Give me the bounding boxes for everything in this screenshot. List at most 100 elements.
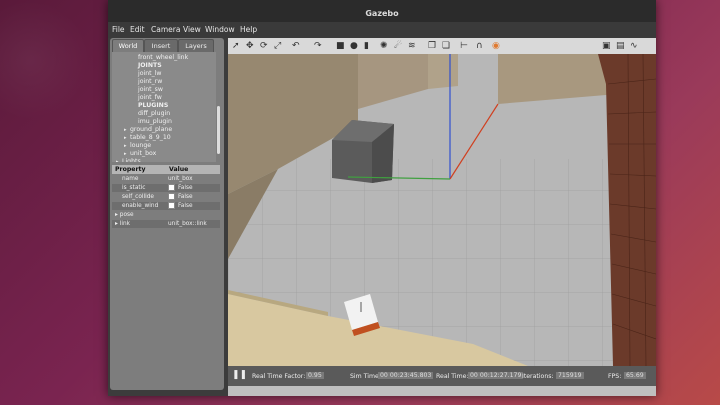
tree-item-label: table_8_9_10	[130, 134, 171, 141]
rtf-label: Real Time Factor:	[252, 373, 306, 380]
checkbox[interactable]	[168, 184, 175, 191]
tree-item-label: ground_plane	[130, 126, 173, 133]
tree-item-label: Lights	[122, 158, 141, 162]
property-name-text: enable_wind	[122, 203, 159, 209]
tree-item[interactable]: diff_plugin	[132, 110, 170, 118]
scene-graphics	[228, 54, 656, 366]
property-value[interactable]: unit_box::link	[168, 220, 207, 228]
cylinder-icon[interactable]: ▮	[364, 40, 369, 52]
tree-item[interactable]: joint_fw	[132, 94, 162, 102]
tree-item[interactable]: front_wheel_link	[132, 54, 188, 62]
tree-item[interactable]: ▸ Lights	[116, 158, 141, 162]
tree-item-label: PLUGINS	[138, 102, 169, 109]
tree-item-label: JOINTS	[138, 62, 162, 69]
select-arrow-icon[interactable]: ➚	[232, 40, 240, 52]
property-row[interactable]: ▸ link unit_box::link	[112, 220, 220, 228]
log-icon[interactable]: ▤	[616, 40, 625, 52]
real-time-label: Real Time:	[436, 373, 469, 380]
property-value[interactable]: False	[168, 184, 193, 192]
property-row[interactable]: is_static False	[112, 184, 220, 192]
left-panel: World Insert Layers front_wheel_link JOIN…	[110, 38, 224, 390]
property-value[interactable]: False	[168, 202, 193, 210]
tree-item[interactable]: joint_sw	[132, 86, 163, 94]
real-time-value: 00 00:12:27.179	[468, 372, 524, 379]
tree-item[interactable]: ▸ table_8_9_10	[124, 134, 171, 142]
wall-back-mid	[428, 54, 458, 89]
tab-world[interactable]: World	[112, 39, 144, 52]
property-row[interactable]: ▸ pose	[112, 211, 220, 219]
tree-item[interactable]: ▸ ground_plane	[124, 126, 172, 134]
spot-light-icon[interactable]: ☄	[394, 40, 402, 52]
translate-icon[interactable]: ✥	[246, 40, 254, 52]
copy-icon[interactable]: ❐	[428, 40, 436, 52]
menu-window[interactable]: Window	[205, 25, 235, 34]
fps-label: FPS:	[608, 373, 622, 380]
pause-icon[interactable]: ❚❚	[232, 370, 247, 380]
rotate-icon[interactable]: ⟳	[260, 40, 268, 52]
property-row[interactable]: name unit_box	[112, 175, 220, 183]
menu-bar: File Edit Camera View Window Help	[108, 22, 656, 38]
paste-icon[interactable]: ❏	[442, 40, 450, 52]
title-bar[interactable]: Gazebo	[108, 0, 656, 22]
status-bar: ❚❚ Real Time Factor: 0.95 Sim Time: 00 0…	[228, 366, 656, 386]
property-name: enable_wind	[122, 202, 158, 210]
tree-item[interactable]: ▸ lounge	[124, 142, 151, 150]
tree-item[interactable]: JOINTS	[132, 62, 162, 70]
iterations-label: Iterations:	[522, 373, 554, 380]
tree-item[interactable]: ▸ unit_box	[124, 150, 156, 158]
tree-scrollbar[interactable]	[217, 106, 220, 154]
3d-viewport[interactable]	[228, 54, 656, 366]
redo-icon[interactable]: ↷	[314, 40, 322, 52]
point-light-icon[interactable]: ✺	[380, 40, 388, 52]
property-value-text: unit_box	[168, 176, 193, 182]
undo-icon[interactable]: ↶	[292, 40, 300, 52]
change-view-icon[interactable]: ◉	[492, 40, 500, 52]
tree-item-label: unit_box	[130, 150, 157, 157]
property-value[interactable]: False	[168, 193, 193, 201]
property-name: name	[122, 175, 138, 183]
directional-light-icon[interactable]: ≋	[408, 40, 416, 52]
render-area: ➚ ✥ ⟳ ⤢ ↶ ↷ ■ ● ▮ ✺ ☄ ≋ ❐ ❏ ⊢ ∩ ◉ ▣ ▤ ∿	[228, 38, 656, 396]
menu-file[interactable]: File	[112, 25, 125, 34]
screenshot-icon[interactable]: ▣	[602, 40, 611, 52]
window-title: Gazebo	[365, 9, 399, 18]
menu-camera[interactable]: Camera	[151, 25, 180, 34]
box-icon[interactable]: ■	[336, 40, 345, 52]
tree-item[interactable]: joint_lw	[132, 70, 161, 78]
tab-insert[interactable]: Insert	[144, 39, 178, 52]
property-row[interactable]: self_collide False	[112, 193, 220, 201]
value-header: Value	[166, 165, 220, 174]
property-name: self_collide	[122, 193, 154, 201]
property-header: Property	[112, 165, 166, 174]
tree-item-label: lounge	[130, 142, 152, 149]
tree-item-label: joint_sw	[138, 86, 163, 93]
property-value-text: False	[178, 203, 193, 209]
tree-item[interactable]: PLUGINS	[132, 102, 168, 110]
model-tree[interactable]: front_wheel_link JOINTS joint_lw joint_rw jo…	[112, 52, 216, 162]
tab-layers[interactable]: Layers	[178, 39, 214, 52]
scale-icon[interactable]: ⤢	[274, 40, 281, 52]
property-value-text: False	[178, 185, 193, 191]
align-icon[interactable]: ⊢	[460, 40, 468, 52]
rtf-value: 0.95	[306, 372, 324, 379]
menu-help[interactable]: Help	[240, 25, 257, 34]
checkbox[interactable]	[168, 193, 175, 200]
property-name-text: link	[119, 221, 131, 227]
property-value[interactable]: unit_box	[168, 175, 193, 183]
menu-view[interactable]: View	[183, 25, 201, 34]
sphere-icon[interactable]: ●	[350, 40, 358, 52]
tree-item-label: imu_plugin	[138, 118, 172, 125]
checkbox[interactable]	[168, 202, 175, 209]
tree-item[interactable]: joint_rw	[132, 78, 162, 86]
snap-icon[interactable]: ∩	[476, 40, 483, 52]
property-row[interactable]: enable_wind False	[112, 202, 220, 210]
tree-item-label: diff_plugin	[138, 110, 171, 117]
tree-item-label: joint_lw	[138, 70, 162, 77]
tree-item[interactable]: imu_plugin	[132, 118, 172, 126]
tree-item-label: front_wheel_link	[138, 54, 189, 61]
desktop-background	[0, 0, 100, 405]
menu-edit[interactable]: Edit	[130, 25, 145, 34]
property-name-text: name	[122, 176, 139, 182]
plot-icon[interactable]: ∿	[630, 40, 638, 52]
iterations-value: 715919	[556, 372, 584, 379]
